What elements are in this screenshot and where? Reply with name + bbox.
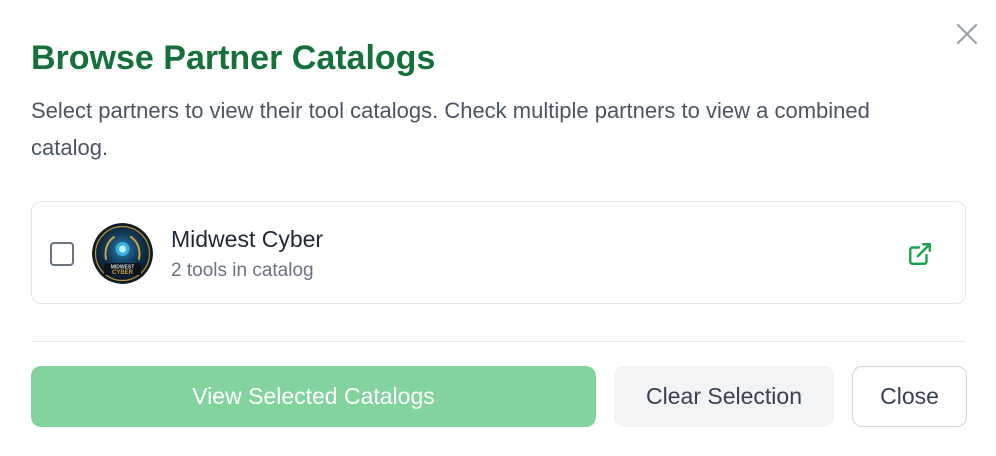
partner-name: Midwest Cyber bbox=[171, 226, 324, 252]
close-icon[interactable] bbox=[952, 19, 982, 49]
partner-card-midwest-cyber[interactable]: MIDWEST CYBER Midwest Cyber 2 tools in c… bbox=[31, 201, 966, 304]
partner-tool-count: 2 tools in catalog bbox=[171, 260, 314, 281]
partner-checkbox[interactable] bbox=[50, 242, 74, 266]
browse-partner-catalogs-dialog: Browse Partner Catalogs Select partners … bbox=[0, 0, 996, 456]
close-button[interactable]: Close bbox=[852, 366, 967, 427]
dialog-title: Browse Partner Catalogs bbox=[31, 39, 436, 77]
view-selected-catalogs-button[interactable]: View Selected Catalogs bbox=[31, 366, 596, 427]
external-link-icon[interactable] bbox=[906, 240, 934, 268]
clear-selection-button[interactable]: Clear Selection bbox=[614, 366, 834, 427]
dialog-description: Select partners to view their tool catal… bbox=[31, 98, 870, 160]
svg-text:CYBER: CYBER bbox=[112, 270, 134, 276]
divider bbox=[31, 341, 966, 342]
midwest-cyber-logo: MIDWEST CYBER bbox=[92, 223, 153, 284]
